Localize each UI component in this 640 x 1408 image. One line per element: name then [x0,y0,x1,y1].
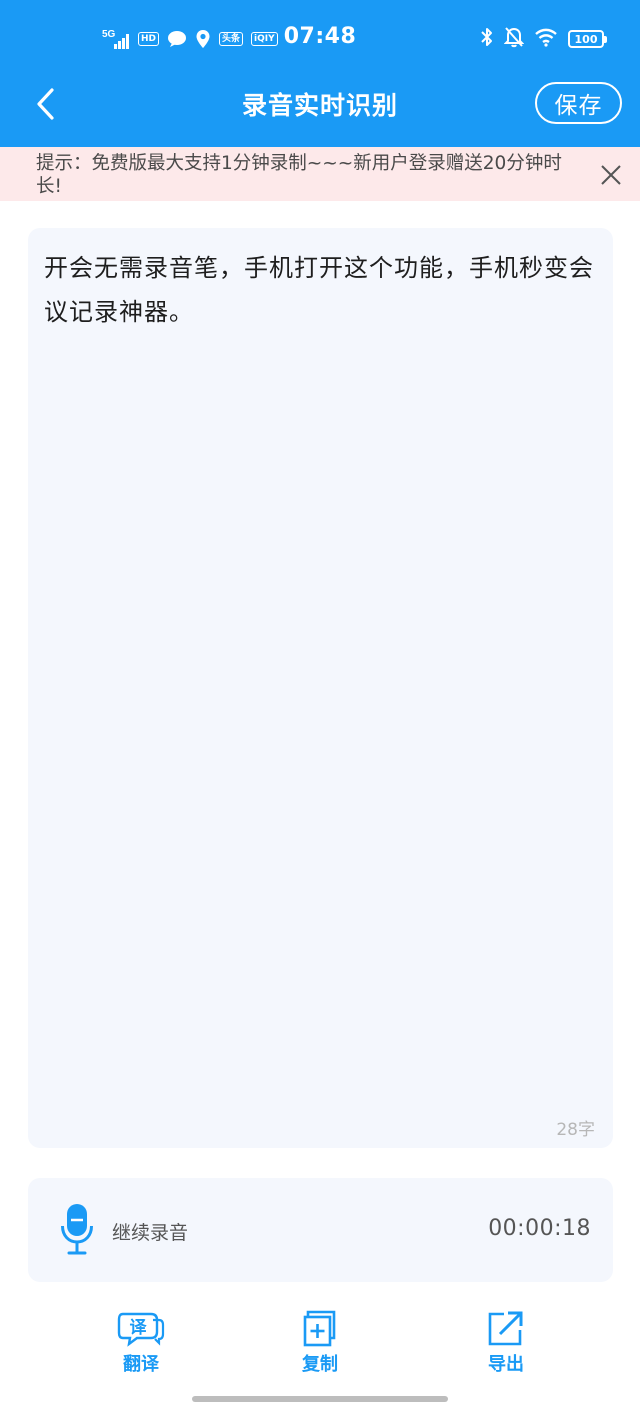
microphone-icon[interactable] [60,1202,94,1258]
notice-text: 提示：免费版最大支持1分钟录制~~~新用户登录赠送20分钟时长! [36,153,562,197]
translate-glyph: 译 [130,1318,148,1338]
copy-icon [296,1310,344,1348]
transcript-text[interactable]: 开会无需录音笔，手机打开这个功能，手机秒变会议记录神器。 [44,246,594,334]
bottom-toolbar: 译 翻译 复制 导出 [0,1310,640,1380]
record-panel: 继续录音 00:00:18 [28,1178,613,1282]
mute-bell-icon [503,26,525,52]
copy-button[interactable]: 复制 [275,1310,365,1380]
continue-recording-button[interactable]: 继续录音 [112,1218,188,1245]
translate-label: 翻译 [123,1354,159,1375]
bluetooth-icon [480,26,494,52]
close-icon [601,165,621,185]
transcript-area[interactable]: 开会无需录音笔，手机打开这个功能，手机秒变会议记录神器。 28字 [28,228,613,1148]
recording-timer: 00:00:18 [488,1216,591,1241]
export-button[interactable]: 导出 [461,1310,551,1380]
translate-button[interactable]: 译 翻译 [96,1310,186,1380]
copy-label: 复制 [302,1354,338,1375]
save-button[interactable]: 保存 [535,82,622,124]
translate-icon: 译 [117,1310,165,1348]
notice-banner: 提示：免费版最大支持1分钟录制~~~新用户登录赠送20分钟时长! [0,147,640,201]
navigation-bar: 录音实时识别 保存 [0,78,640,147]
close-button[interactable] [596,160,626,190]
app-header: 5G HD 头条 iQIY 07:48 100 录音实时识别 保存 [0,0,640,147]
battery-icon: 100 [568,30,607,48]
home-indicator[interactable] [192,1396,448,1402]
wifi-icon [534,27,558,51]
status-right-icons: 100 [480,26,607,52]
export-label: 导出 [488,1354,524,1375]
character-count: 28字 [556,1120,595,1140]
status-bar: 5G HD 头条 iQIY 07:48 100 [0,0,640,78]
export-icon [482,1310,530,1348]
